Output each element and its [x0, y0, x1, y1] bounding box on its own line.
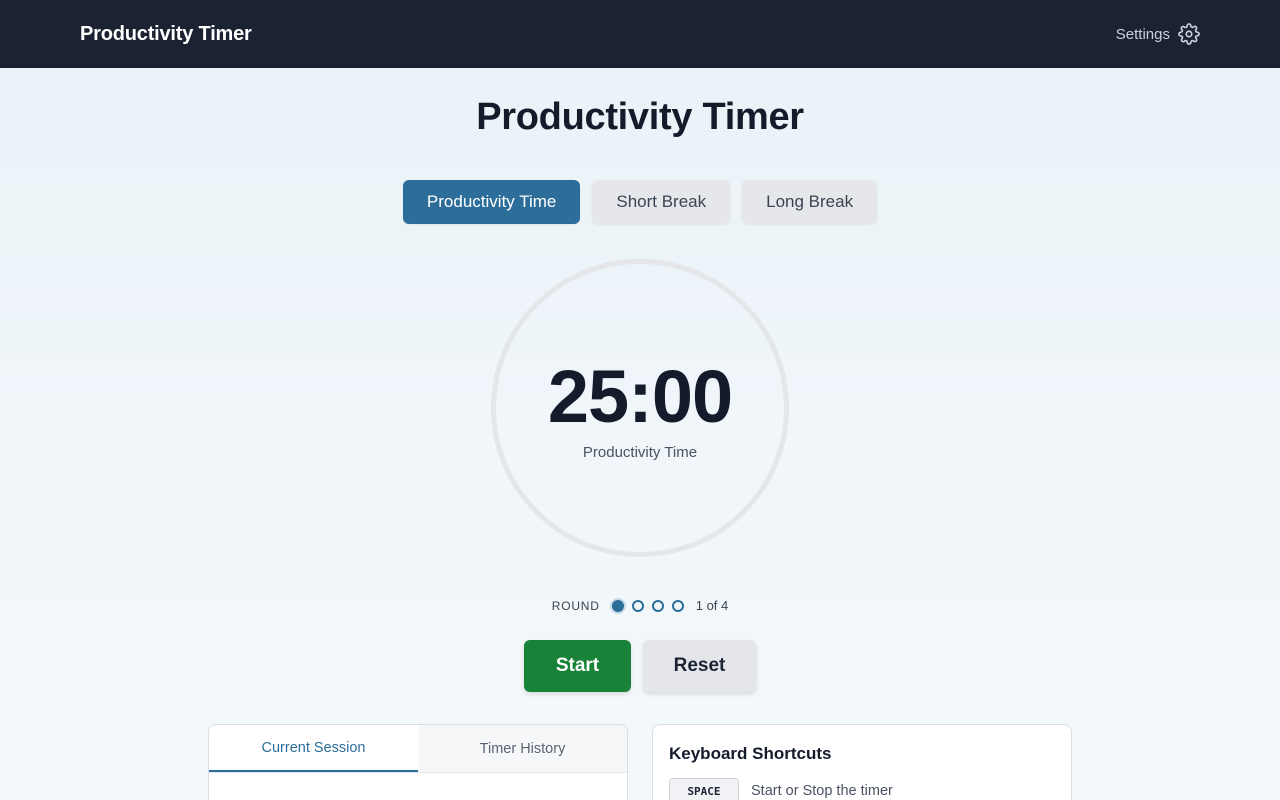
- reset-button[interactable]: Reset: [643, 640, 756, 692]
- mode-productivity-button[interactable]: Productivity Time: [402, 180, 581, 224]
- settings-button[interactable]: Settings: [1116, 23, 1200, 45]
- shortcut-description: Start or Stop the timer: [751, 783, 893, 799]
- page-title: Productivity Timer: [476, 96, 804, 138]
- tab-timer-history[interactable]: Timer History: [418, 725, 627, 772]
- timer-controls: Start Reset: [0, 640, 1280, 692]
- round-dot-1: [611, 599, 624, 612]
- round-dot-3: [651, 599, 664, 612]
- app-brand[interactable]: Productivity Timer: [80, 23, 252, 46]
- round-dot-4: [671, 599, 684, 612]
- tab-current-session[interactable]: Current Session: [209, 725, 418, 772]
- top-navbar: Productivity Timer Settings: [0, 0, 1280, 68]
- gear-icon: [1178, 23, 1200, 45]
- mode-selector: Productivity Time Short Break Long Break: [0, 180, 1280, 224]
- timer-dial: 25:00 Productivity Time: [491, 259, 789, 557]
- shortcut-key: SPACE: [669, 778, 739, 800]
- session-panel: Current Session Timer History: [208, 724, 628, 800]
- shortcuts-title: Keyboard Shortcuts: [669, 744, 832, 763]
- shortcut-row: SPACE Start or Stop the timer: [669, 778, 1055, 800]
- settings-label: Settings: [1115, 25, 1170, 43]
- session-tabs: Current Session Timer History: [209, 725, 627, 773]
- round-count: 1 of 4: [695, 598, 729, 613]
- mode-short-break-button[interactable]: Short Break: [592, 180, 731, 224]
- timer-display: 25:00: [547, 354, 733, 438]
- start-button[interactable]: Start: [524, 640, 631, 692]
- round-indicator: ROUND 1 of 4: [0, 598, 1280, 613]
- shortcuts-panel: Keyboard Shortcuts SPACE Start or Stop t…: [652, 724, 1072, 800]
- mode-long-break-button[interactable]: Long Break: [742, 180, 878, 224]
- round-dot-2: [631, 599, 644, 612]
- round-label: ROUND: [551, 598, 600, 613]
- timer-mode-label: Productivity Time: [582, 443, 698, 461]
